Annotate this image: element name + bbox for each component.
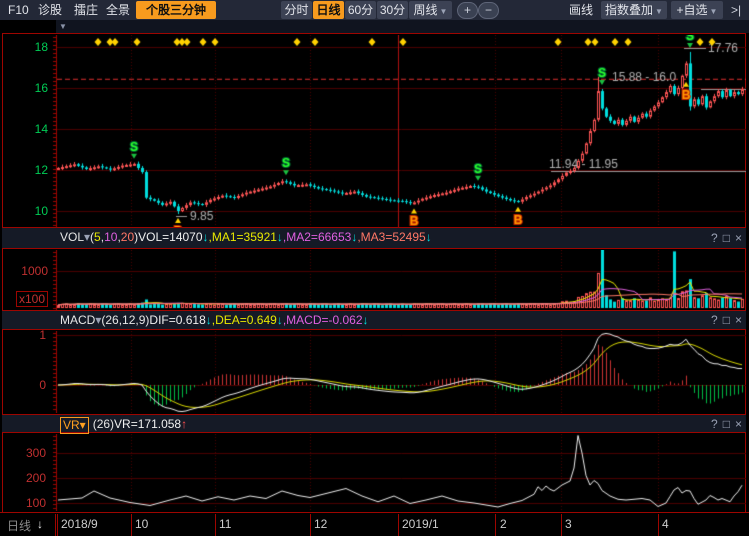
macd-axis-label: 1 bbox=[0, 328, 46, 342]
macd-header-segment-8: ↓ bbox=[363, 311, 369, 330]
add-watchlist-button[interactable]: +自选▼ bbox=[671, 1, 723, 19]
close-icon[interactable]: × bbox=[735, 313, 742, 327]
month-separator bbox=[398, 514, 399, 536]
draw-line-button[interactable]: 画线 bbox=[569, 0, 593, 20]
index-overlay-button[interactable]: 指数叠加▼ bbox=[601, 1, 667, 19]
frame-top-border bbox=[2, 33, 746, 34]
month-separator bbox=[310, 514, 311, 536]
month-separator bbox=[131, 514, 132, 536]
vr-header-segment-2: VR=171.058 bbox=[114, 415, 181, 434]
period-indicator[interactable]: 日线 bbox=[7, 517, 31, 534]
x-axis: 日线 ↓ 2018/9 10 11 12 2019/1 2 3 4 bbox=[0, 512, 749, 536]
vr-axis-label: 200 bbox=[0, 471, 46, 485]
chevron-down-icon: ▼ bbox=[710, 7, 718, 16]
help-icon[interactable]: ? bbox=[711, 313, 718, 327]
vol-header-segment-7: 20 bbox=[121, 228, 134, 247]
volume-chart[interactable] bbox=[50, 250, 746, 310]
period-30min[interactable]: 30分 bbox=[377, 1, 408, 19]
tab-leizhuang[interactable]: 擂庄 bbox=[74, 0, 98, 20]
maximize-icon[interactable]: □ bbox=[723, 313, 730, 327]
macd-header-segment-0[interactable]: MACD bbox=[60, 311, 95, 330]
vr-header-segment-0[interactable]: VR▾ bbox=[60, 417, 89, 434]
vol-axis-label: 1000 bbox=[0, 264, 48, 278]
close-icon[interactable]: × bbox=[735, 231, 742, 245]
vol-header-segment-9: VOL=14070 bbox=[138, 228, 202, 247]
period-weekly[interactable]: 周线▼ bbox=[409, 1, 452, 19]
month-separator bbox=[658, 514, 659, 536]
price-axis-label: 10 bbox=[0, 204, 48, 218]
vol-header-segment-13: ,MA2=66653 bbox=[283, 228, 351, 247]
top-toolbar: F10 诊股 擂庄 全景 个股三分钟 分时 日线 60分 30分 周线▼ + −… bbox=[0, 0, 749, 20]
main-price-chart[interactable] bbox=[50, 35, 746, 227]
symbol-strip: ▼ bbox=[0, 20, 749, 33]
vr-axis-label: 300 bbox=[0, 446, 46, 460]
zoom-out-button[interactable]: − bbox=[478, 2, 499, 19]
month-label: 3 bbox=[565, 517, 572, 531]
vol-header-segment-15: ,MA3=52495 bbox=[357, 228, 425, 247]
tab-zhengu[interactable]: 诊股 bbox=[38, 0, 62, 20]
help-icon[interactable]: ? bbox=[711, 231, 718, 245]
macd-header-segment-7: ,MACD=-0.062 bbox=[283, 311, 363, 330]
macd-header-segment-5: ,DEA=0.649 bbox=[212, 311, 277, 330]
macd-header: MACD▾ (26,12,9) DIF=0.618 ↓ ,DEA=0.649 ↓… bbox=[2, 310, 746, 330]
zoom-in-button[interactable]: + bbox=[457, 2, 478, 19]
symbol-selector[interactable] bbox=[0, 20, 56, 33]
month-separator bbox=[57, 514, 58, 536]
axis-cell-divider bbox=[55, 514, 56, 536]
vol-header-segment-0[interactable]: VOL bbox=[60, 228, 84, 247]
price-axis-label: 16 bbox=[0, 81, 48, 95]
collapse-panel-icon[interactable]: >| bbox=[731, 0, 741, 20]
chevron-down-icon: ▼ bbox=[440, 7, 448, 16]
period-down-arrow-icon: ↓ bbox=[37, 517, 43, 531]
month-label: 12 bbox=[314, 517, 327, 531]
month-separator bbox=[561, 514, 562, 536]
month-label: 2 bbox=[500, 517, 507, 531]
vr-chart[interactable] bbox=[50, 434, 746, 511]
tab-stock-3min[interactable]: 个股三分钟 bbox=[136, 1, 216, 19]
month-label: 10 bbox=[135, 517, 148, 531]
tab-quanjing[interactable]: 全景 bbox=[106, 0, 130, 20]
vol-header-segment-3: 5 bbox=[94, 228, 101, 247]
price-axis-label: 18 bbox=[0, 40, 48, 54]
vr-axis-label: 100 bbox=[0, 496, 46, 510]
macd-header-segment-2: (26,12,9) bbox=[101, 311, 149, 330]
symbol-dropdown-caret[interactable]: ▼ bbox=[59, 22, 67, 31]
vr-header-segment-3: ↑ bbox=[181, 415, 187, 434]
price-axis-label: 14 bbox=[0, 122, 48, 136]
month-label: 2018/9 bbox=[61, 517, 98, 531]
month-label: 11 bbox=[219, 517, 231, 531]
maximize-icon[interactable]: □ bbox=[723, 417, 730, 431]
chevron-down-icon: ▼ bbox=[655, 7, 663, 16]
vol-scale-label: x100 bbox=[16, 291, 48, 307]
price-axis-label: 12 bbox=[0, 163, 48, 177]
month-separator bbox=[495, 514, 496, 536]
month-label: 4 bbox=[662, 517, 669, 531]
tab-f10[interactable]: F10 bbox=[8, 0, 29, 20]
close-icon[interactable]: × bbox=[735, 417, 742, 431]
macd-header-segment-3: DIF=0.618 bbox=[149, 311, 205, 330]
help-icon[interactable]: ? bbox=[711, 417, 718, 431]
macd-axis-label: 0 bbox=[0, 378, 46, 392]
vol-header-segment-11: ,MA1=35921 bbox=[209, 228, 277, 247]
vol-header-segment-16: ↓ bbox=[426, 228, 432, 247]
vr-header-segment-1: (26) bbox=[93, 415, 114, 434]
maximize-icon[interactable]: □ bbox=[723, 231, 730, 245]
period-60min[interactable]: 60分 bbox=[345, 1, 376, 19]
macd-chart[interactable] bbox=[50, 331, 746, 413]
vr-header: VR▾ (26) VR=171.058 ↑ ? □ × bbox=[2, 414, 746, 433]
trading-terminal: F10 诊股 擂庄 全景 个股三分钟 分时 日线 60分 30分 周线▼ + −… bbox=[0, 0, 749, 536]
month-separator bbox=[215, 514, 216, 536]
month-label: 2019/1 bbox=[402, 517, 439, 531]
vol-header-segment-5: 10 bbox=[104, 228, 117, 247]
period-fenshi[interactable]: 分时 bbox=[281, 1, 312, 19]
vol-header: VOL▾ (5,10,20) VOL=14070 ↓ ,MA1=35921 ↓ … bbox=[2, 227, 746, 249]
period-daily[interactable]: 日线 bbox=[313, 1, 344, 19]
